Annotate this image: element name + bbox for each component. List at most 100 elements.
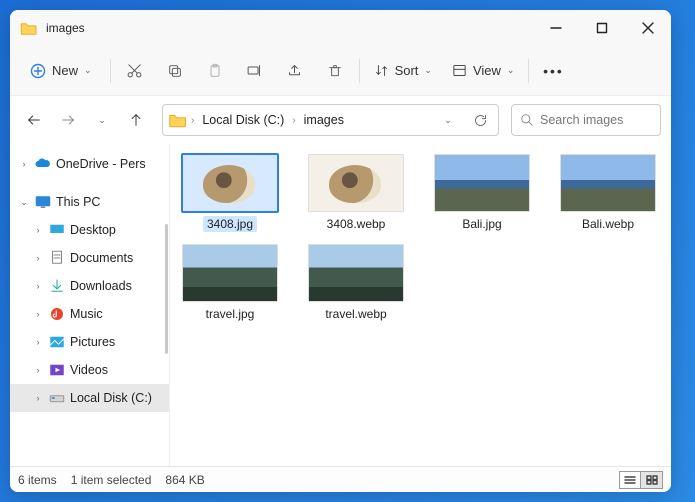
file-name: travel.webp: [321, 306, 390, 322]
copy-button[interactable]: [155, 53, 195, 89]
maximize-button[interactable]: [579, 10, 625, 46]
document-icon: [48, 249, 66, 267]
chevron-right-icon[interactable]: ›: [18, 159, 30, 169]
chevron-right-icon[interactable]: ›: [32, 337, 44, 347]
share-icon: [286, 62, 303, 79]
hdd-icon: [48, 389, 66, 407]
selection-count: 1 item selected: [71, 473, 152, 487]
tree-item-music[interactable]: › Music: [10, 300, 169, 328]
ellipsis-icon: •••: [543, 63, 564, 79]
breadcrumb-item[interactable]: Local Disk (C:): [198, 111, 288, 129]
file-item[interactable]: Bali.jpg: [432, 154, 532, 232]
tree-item-videos[interactable]: › Videos: [10, 356, 169, 384]
view-button[interactable]: View ⌄: [442, 57, 525, 84]
file-item[interactable]: travel.jpg: [180, 244, 280, 322]
refresh-button[interactable]: [466, 106, 494, 134]
tree-item-documents[interactable]: › Documents: [10, 244, 169, 272]
titlebar[interactable]: images: [10, 10, 671, 46]
details-view-button[interactable]: [619, 471, 641, 489]
file-item[interactable]: travel.webp: [306, 244, 406, 322]
chevron-right-icon[interactable]: ›: [32, 253, 44, 263]
chevron-down-icon[interactable]: ⌄: [18, 197, 30, 208]
view-toggle: [619, 471, 663, 489]
file-pane[interactable]: 3408.jpg 3408.webp Bali.jpg Bali.webp tr…: [170, 144, 671, 466]
thumbnail-image: [308, 154, 404, 212]
breadcrumb-item[interactable]: images: [300, 111, 348, 129]
thumbnail-image: [434, 154, 530, 212]
cut-button[interactable]: [115, 53, 155, 89]
chevron-down-icon: ⌄: [424, 65, 432, 76]
window-title: images: [46, 21, 85, 35]
tree-item-pictures[interactable]: › Pictures: [10, 328, 169, 356]
selection-size: 864 KB: [165, 473, 204, 487]
up-button[interactable]: [122, 106, 150, 134]
chevron-right-icon[interactable]: ›: [32, 393, 44, 403]
sort-button[interactable]: Sort ⌄: [364, 57, 442, 84]
chevron-right-icon[interactable]: ›: [32, 365, 44, 375]
new-label: New: [52, 63, 78, 78]
file-name: 3408.jpg: [203, 216, 257, 232]
tree-item-downloads[interactable]: › Downloads: [10, 272, 169, 300]
file-name: 3408.webp: [323, 216, 390, 232]
refresh-icon: [473, 113, 488, 128]
tree-label: Videos: [70, 363, 108, 377]
video-icon: [48, 361, 66, 379]
search-box[interactable]: Search images: [511, 104, 661, 136]
folder-icon: [20, 21, 38, 35]
paste-button[interactable]: [195, 53, 235, 89]
minimize-button[interactable]: [533, 10, 579, 46]
item-count: 6 items: [18, 473, 57, 487]
command-bar: New ⌄ Sort ⌄ View ⌄ •••: [10, 46, 671, 96]
tree-label: Pictures: [70, 335, 115, 349]
sort-label: Sort: [395, 63, 419, 78]
chevron-down-icon: ⌄: [98, 115, 106, 126]
chevron-down-icon: ⌄: [507, 65, 515, 76]
tree-item-onedrive[interactable]: › OneDrive - Pers: [10, 150, 169, 178]
forward-button[interactable]: [54, 106, 82, 134]
monitor-icon: [34, 193, 52, 211]
tree-label: Local Disk (C:): [70, 391, 152, 405]
file-item[interactable]: Bali.webp: [558, 154, 658, 232]
back-button[interactable]: [20, 106, 48, 134]
file-item[interactable]: 3408.jpg: [180, 154, 280, 232]
trash-icon: [327, 63, 343, 79]
search-placeholder: Search images: [540, 113, 623, 127]
address-dropdown[interactable]: ⌄: [434, 106, 462, 134]
copy-icon: [167, 63, 183, 79]
rename-icon: [246, 62, 263, 79]
delete-button[interactable]: [315, 53, 355, 89]
thumbnails-view-button[interactable]: [641, 471, 663, 489]
chevron-right-icon[interactable]: ›: [32, 281, 44, 291]
tree-label: OneDrive - Pers: [56, 157, 146, 171]
tree-label: Downloads: [70, 279, 132, 293]
recent-button[interactable]: ⌄: [88, 106, 116, 134]
tree-label: Music: [70, 307, 103, 321]
separator: [359, 59, 360, 83]
picture-icon: [48, 333, 66, 351]
rename-button[interactable]: [235, 53, 275, 89]
file-item[interactable]: 3408.webp: [306, 154, 406, 232]
navigation-pane[interactable]: › OneDrive - Pers ⌄ This PC › Desktop › …: [10, 144, 170, 466]
tree-item-localdisk[interactable]: › Local Disk (C:): [10, 384, 169, 412]
chevron-right-icon: ›: [292, 115, 295, 126]
tree-label: Desktop: [70, 223, 116, 237]
scrollbar-thumb[interactable]: [165, 224, 168, 354]
tree-item-thispc[interactable]: ⌄ This PC: [10, 188, 169, 216]
file-name: Bali.webp: [578, 216, 638, 232]
chevron-right-icon[interactable]: ›: [32, 225, 44, 235]
separator: [110, 59, 111, 83]
chevron-right-icon[interactable]: ›: [32, 309, 44, 319]
address-bar[interactable]: › Local Disk (C:) › images ⌄: [162, 104, 499, 136]
sort-icon: [374, 63, 389, 78]
tree-label: Documents: [70, 251, 133, 265]
status-bar: 6 items 1 item selected 864 KB: [10, 466, 671, 492]
close-button[interactable]: [625, 10, 671, 46]
share-button[interactable]: [275, 53, 315, 89]
chevron-right-icon: ›: [191, 115, 194, 126]
download-icon: [48, 277, 66, 295]
tree-item-desktop[interactable]: › Desktop: [10, 216, 169, 244]
new-button[interactable]: New ⌄: [20, 57, 102, 85]
more-button[interactable]: •••: [533, 53, 573, 89]
cloud-icon: [34, 155, 52, 173]
tree-label: This PC: [56, 195, 100, 209]
